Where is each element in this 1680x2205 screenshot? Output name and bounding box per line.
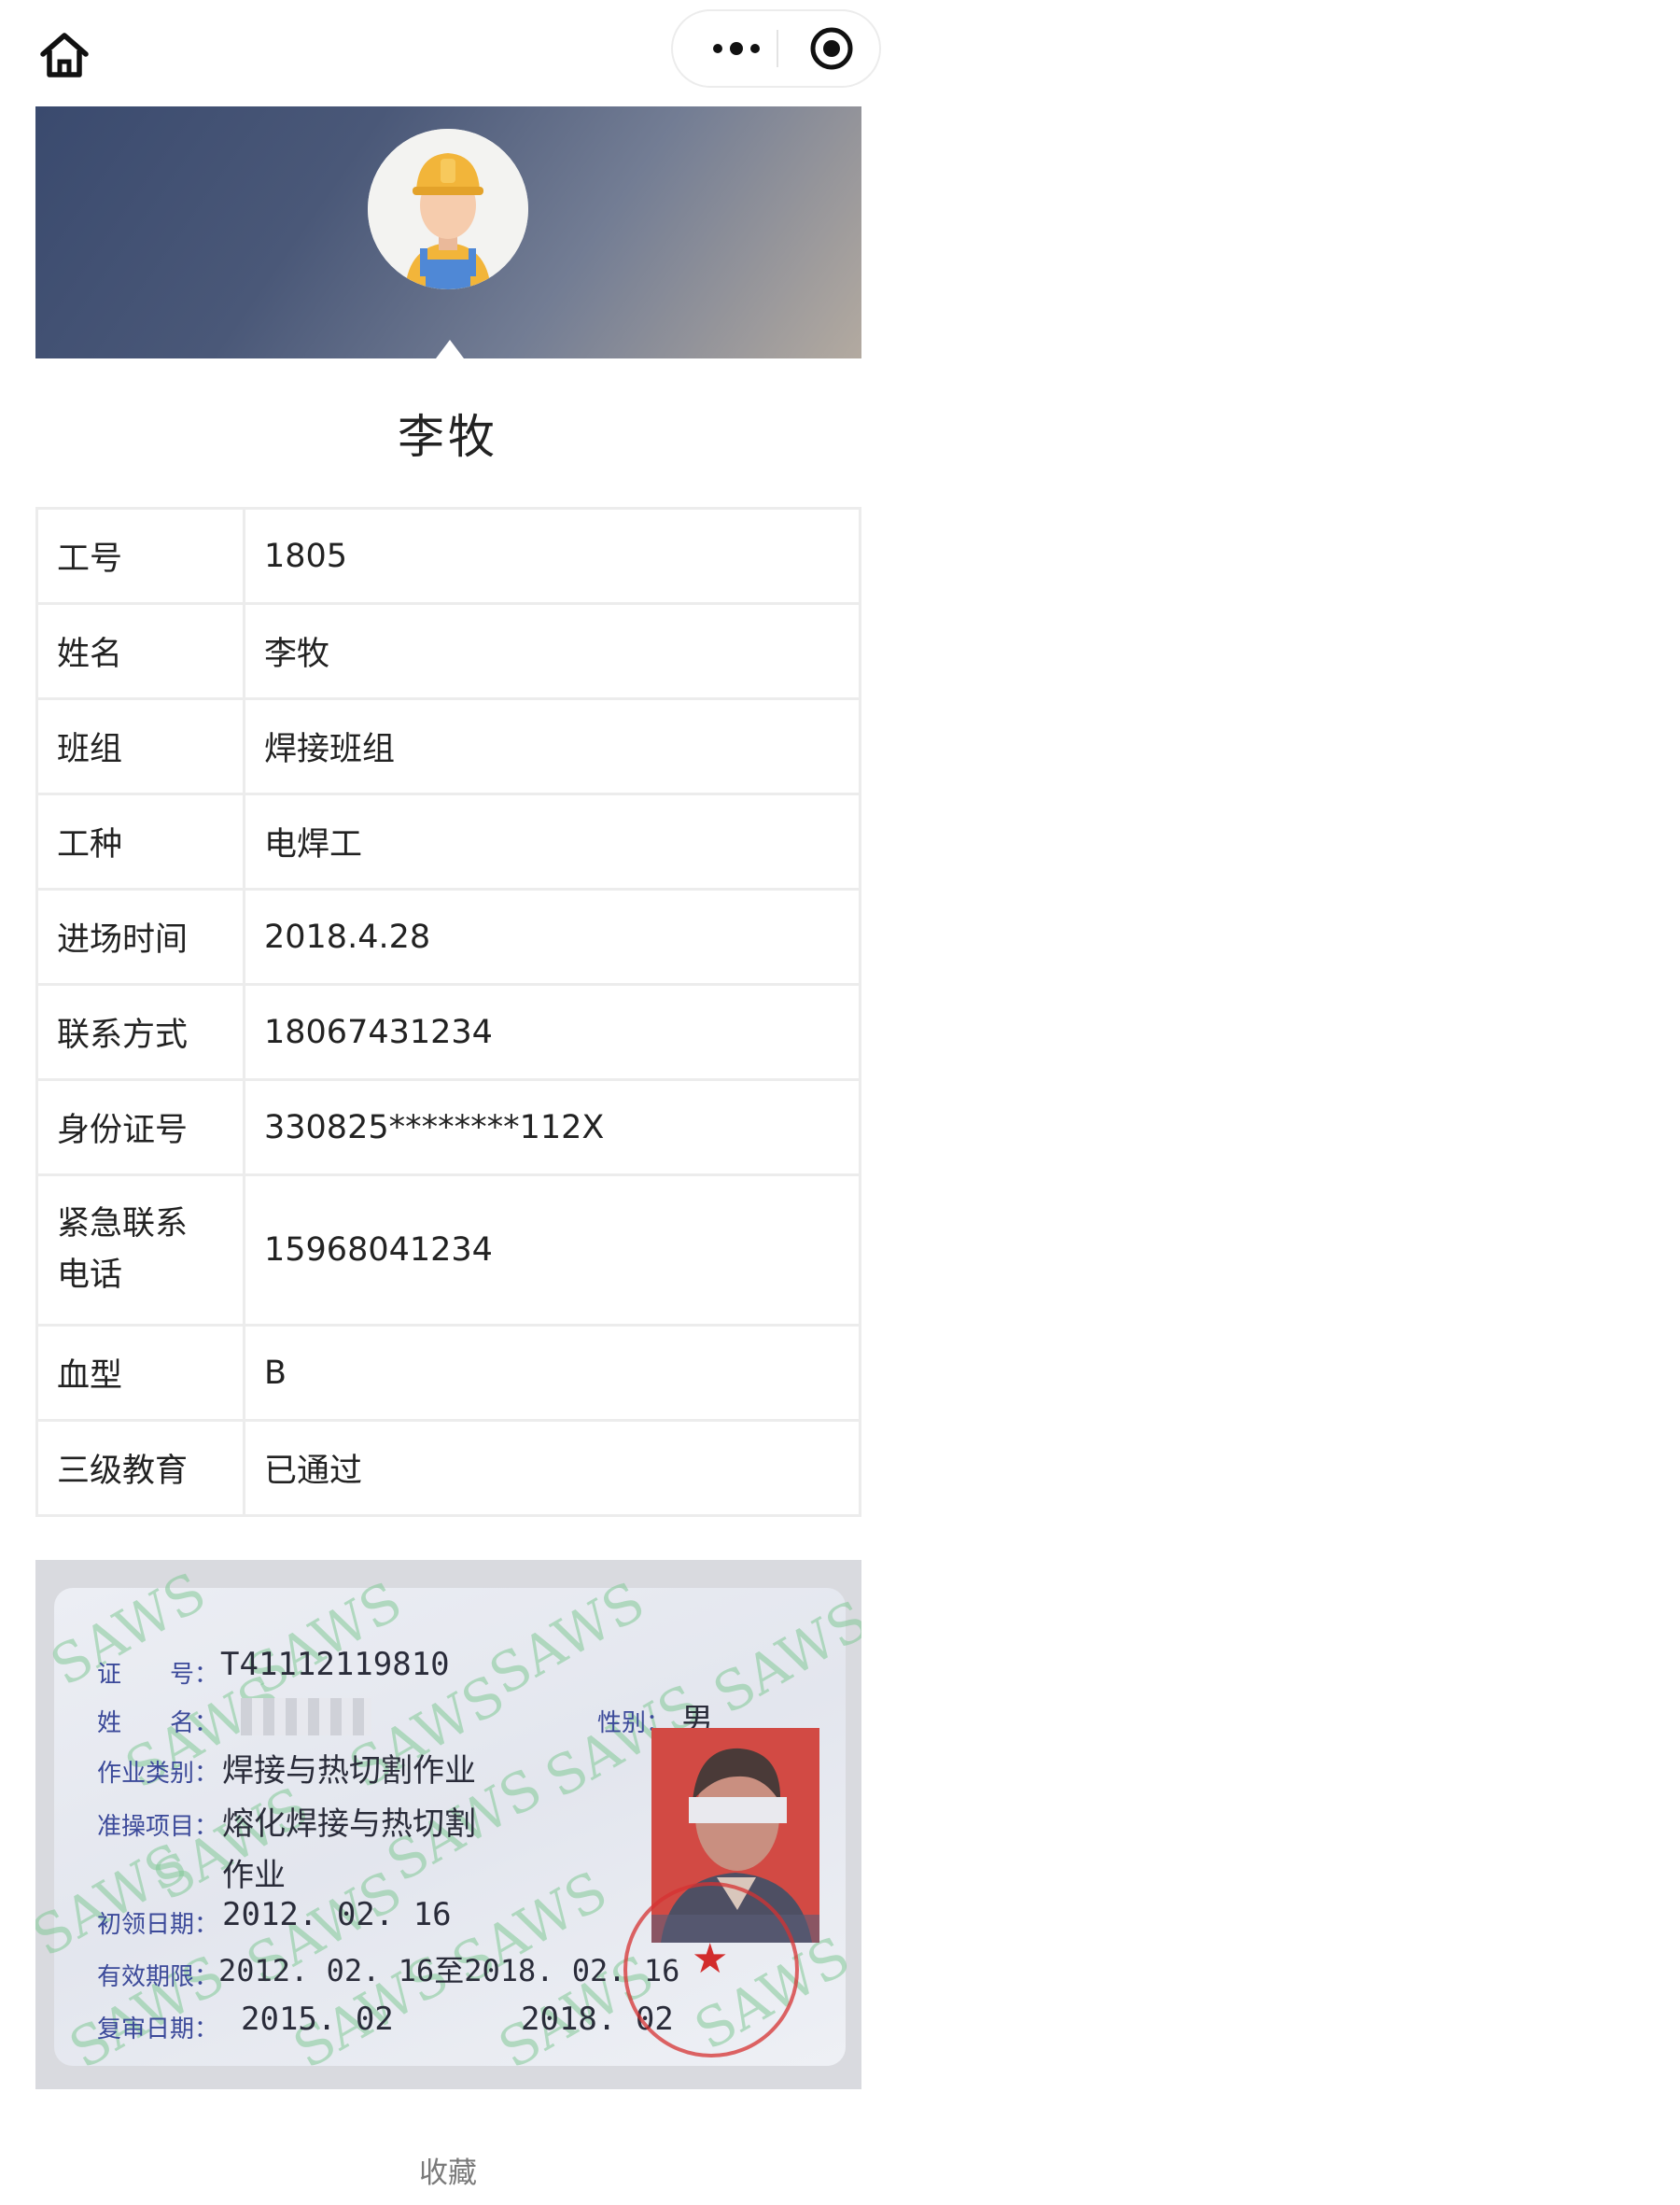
- row-key: 血型: [35, 1324, 245, 1422]
- avatar: [368, 129, 528, 289]
- cert-no-label: 证 号：: [97, 1661, 219, 1689]
- watermark: SAWS: [702, 1587, 861, 1727]
- more-dots-icon: [712, 42, 760, 55]
- table-row: 工种 电焊工: [35, 793, 861, 891]
- category-label: 作业类别：: [97, 1760, 219, 1788]
- row-key: 工种: [35, 793, 245, 891]
- item-label: 准操项目：: [97, 1813, 219, 1841]
- row-key: 身份证号: [35, 1078, 245, 1176]
- row-value: 18067431234: [243, 983, 861, 1081]
- home-icon: [40, 33, 89, 77]
- review-label: 复审日期：: [97, 2015, 219, 2043]
- table-row: 姓名 李牧: [35, 602, 861, 700]
- row-value: 焊接班组: [243, 697, 861, 795]
- row-key: 班组: [35, 697, 245, 795]
- table-row: 身份证号 330825********112X: [35, 1078, 861, 1176]
- worker-helmet-avatar: [368, 129, 528, 289]
- category-value: 焊接与热切割作业: [222, 1752, 476, 1790]
- row-value: 电焊工: [243, 793, 861, 891]
- row-key: 联系方式: [35, 983, 245, 1081]
- table-row: 紧急联系电话 15968041234: [35, 1173, 861, 1327]
- capsule-divider: [777, 30, 778, 67]
- close-mini-program-button[interactable]: [794, 11, 869, 86]
- more-button[interactable]: [701, 11, 771, 86]
- watermark: SAWS: [478, 1568, 655, 1708]
- row-value: B: [243, 1324, 861, 1422]
- row-value: 已通过: [243, 1419, 861, 1517]
- banner-notch: [436, 340, 464, 358]
- row-key: 进场时间: [35, 888, 245, 986]
- review-date-1: 2015. 02: [241, 2001, 394, 2038]
- row-value: 330825********112X: [243, 1078, 861, 1176]
- certificate-photo[interactable]: SAWS SAWS SAWS SAWS SAWS SAWS SAWS SAWS …: [35, 1560, 861, 2089]
- name-redaction: [241, 1698, 371, 1735]
- item-value-line2: 作业: [222, 1857, 286, 1894]
- table-row: 血型 B: [35, 1324, 861, 1422]
- cert-name-label: 姓 名：: [97, 1709, 219, 1737]
- home-button[interactable]: [35, 26, 93, 84]
- row-key-line: 紧急联系: [57, 1205, 189, 1243]
- target-circle-icon: [810, 27, 853, 70]
- row-value: 15968041234: [243, 1173, 861, 1327]
- valid-label: 有效期限：: [97, 1963, 219, 1991]
- row-key: 工号: [35, 507, 245, 605]
- table-row: 班组 焊接班组: [35, 697, 861, 795]
- valid-value: 2012. 02. 16至2018. 02. 16: [218, 1953, 680, 1988]
- table-row: 进场时间 2018.4.28: [35, 888, 861, 986]
- row-key-line: 电话: [57, 1257, 123, 1294]
- worker-info-table: 工号 1805 姓名 李牧 班组 焊接班组 工种 电焊工 进场时间 2018.4…: [35, 507, 861, 1517]
- item-value-line1: 熔化焊接与热切割: [222, 1805, 476, 1843]
- favorite-button[interactable]: 收藏: [0, 2149, 896, 2191]
- first-date-value: 2012. 02. 16: [222, 1896, 452, 1933]
- star-icon: ★: [692, 1935, 729, 1983]
- table-row: 联系方式 18067431234: [35, 983, 861, 1081]
- row-key: 紧急联系 电话: [35, 1173, 245, 1327]
- mini-program-capsule: [671, 9, 881, 88]
- row-value: 1805: [243, 507, 861, 605]
- row-key: 三级教育: [35, 1419, 245, 1517]
- table-row: 三级教育 已通过: [35, 1419, 861, 1517]
- row-value: 2018.4.28: [243, 888, 861, 986]
- row-value: 李牧: [243, 602, 861, 700]
- cert-no-value: T41112119810: [220, 1646, 450, 1683]
- table-row: 工号 1805: [35, 507, 861, 605]
- first-date-label: 初领日期：: [97, 1911, 219, 1939]
- certificate-card: SAWS SAWS SAWS SAWS SAWS SAWS SAWS SAWS …: [35, 1560, 861, 2081]
- worker-name-title: 李牧: [398, 410, 498, 464]
- row-key: 姓名: [35, 602, 245, 700]
